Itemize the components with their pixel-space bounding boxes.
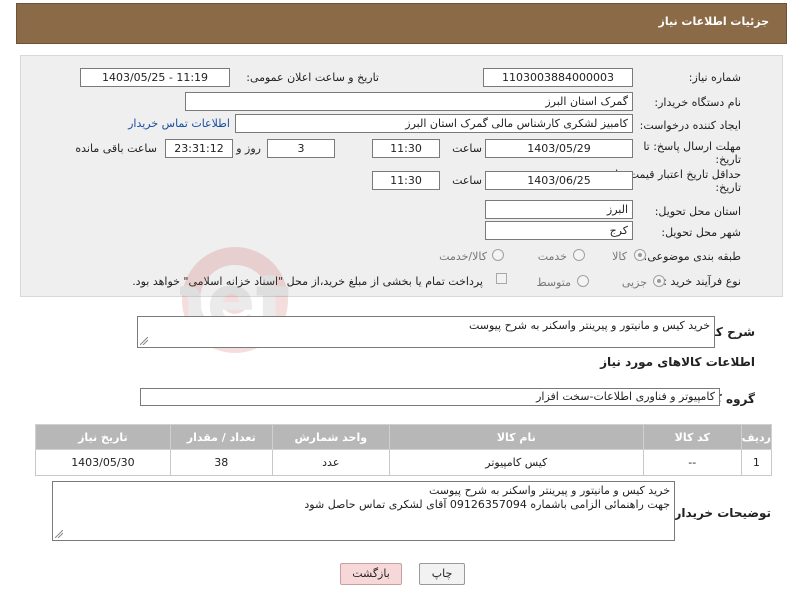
category-radio-goods[interactable] [634,249,646,261]
buyer-notes-line-1: خرید کیس و مانیتور و پیرینتر واسکنر به ش… [428,484,670,497]
process-option-medium: متوسط [536,276,571,289]
deadline-hour-label: ساعت [452,142,482,155]
announce-date-label: تاریخ و ساعت اعلان عمومی: [246,71,379,84]
back-button[interactable]: بازگشت [340,563,402,585]
print-button[interactable]: چاپ [419,563,465,585]
days-remaining-field: 3 [267,139,335,158]
resize-grip-icon[interactable] [140,337,148,345]
category-option-service: خدمت [537,250,567,263]
category-option-goods-service: کالا/خدمت [439,250,487,263]
cell-item-name: کیس کامپیوتر [388,449,644,476]
need-details-page: جزئیات اطلاعات نیاز شماره نیاز: 11030038… [0,0,789,598]
need-number-field: 1103003884000003 [483,68,633,87]
category-label: طبقه بندی موضوعی: [643,250,741,263]
validity-hour-label: ساعت [452,174,482,187]
buyer-notes-line-2: جهت راهنمائی الزامی باشماره 09126357094 … [304,498,670,511]
goods-table: ردیف کد کالا نام کالا واحد شمارش تعداد /… [35,424,773,476]
category-radio-goods-service[interactable] [492,249,504,261]
requester-label: ایجاد کننده درخواست: [639,119,741,132]
deadline-time-field: 11:30 [372,139,440,158]
goods-section-title: اطلاعات کالاهای مورد نیاز [600,355,755,369]
treasury-payment-checkbox[interactable] [496,273,507,284]
validity-date-field: 1403/06/25 [485,171,633,190]
remaining-time-field: 23:31:12 [165,139,233,158]
cell-row-number: 1 [740,449,773,476]
buyer-org-label: نام دستگاه خریدار: [654,96,741,109]
col-header-row-number: ردیف [740,424,773,450]
validity-label-line2: تاریخ: [715,181,741,194]
description-textarea[interactable]: خرید کیس و مانیتور و پیرینتر واسکنر به ش… [137,316,715,348]
need-number-label: شماره نیاز: [688,71,741,84]
resize-grip-icon[interactable] [55,530,63,538]
col-header-item-code: کد کالا [642,424,742,450]
buyer-notes-label: توضیحات خریدار: [669,506,771,520]
process-radio-medium[interactable] [577,275,589,287]
buyer-contact-link[interactable]: اطلاعات تماس خریدار [128,117,230,130]
page-title: جزئیات اطلاعات نیاز [658,15,770,28]
category-radio-service[interactable] [573,249,585,261]
cell-item-code: -- [642,449,742,476]
buyer-notes-textarea[interactable]: خرید کیس و مانیتور و پیرینتر واسکنر به ش… [52,481,675,541]
buyer-org-field: گمرک استان البرز [185,92,633,111]
province-field: البرز [485,200,633,219]
deadline-label-line1: مهلت ارسال پاسخ: تا [643,140,741,153]
validity-label-line1: حداقل تاریخ اعتبار قیمت: تا [615,168,741,181]
col-header-unit: واحد شمارش [271,424,390,450]
process-radio-minor[interactable] [653,275,665,287]
col-header-need-date: تاریخ نیاز [35,424,171,450]
col-header-quantity: تعداد / مقدار [169,424,273,450]
days-and-label: روز و [236,142,261,155]
remaining-time-label: ساعت باقی مانده [75,142,157,155]
requester-field: کامبیز لشکری کارشناس مالی گمرک استان الب… [235,114,633,133]
description-text: خرید کیس و مانیتور و پیرینتر واسکنر به ش… [468,319,710,332]
goods-table-header-row: ردیف کد کالا نام کالا واحد شمارش تعداد /… [35,424,773,450]
province-label: استان محل تحویل: [654,205,741,218]
treasury-payment-note: پرداخت تمام یا بخشی از مبلغ خرید،از محل … [132,275,483,288]
goods-group-field: کامپیوتر و فناوری اطلاعات-سخت افزار [140,388,720,406]
announce-date-field: 1403/05/25 - 11:19 [80,68,230,87]
deadline-label-line2: تاریخ: [715,153,741,166]
city-label: شهر محل تحویل: [661,226,741,239]
col-header-item-name: نام کالا [388,424,644,450]
table-row: 1 -- کیس کامپیوتر عدد 38 1403/05/30 [35,449,773,476]
process-option-minor: جزیی [621,276,647,289]
cell-unit: عدد [271,449,390,476]
deadline-date-field: 1403/05/29 [485,139,633,158]
validity-time-field: 11:30 [372,171,440,190]
city-field: کرج [485,221,633,240]
process-type-label: نوع فرآیند خرید : [663,275,741,288]
cell-quantity: 38 [169,449,273,476]
category-option-goods: کالا [612,250,627,263]
cell-need-date: 1403/05/30 [35,449,171,476]
